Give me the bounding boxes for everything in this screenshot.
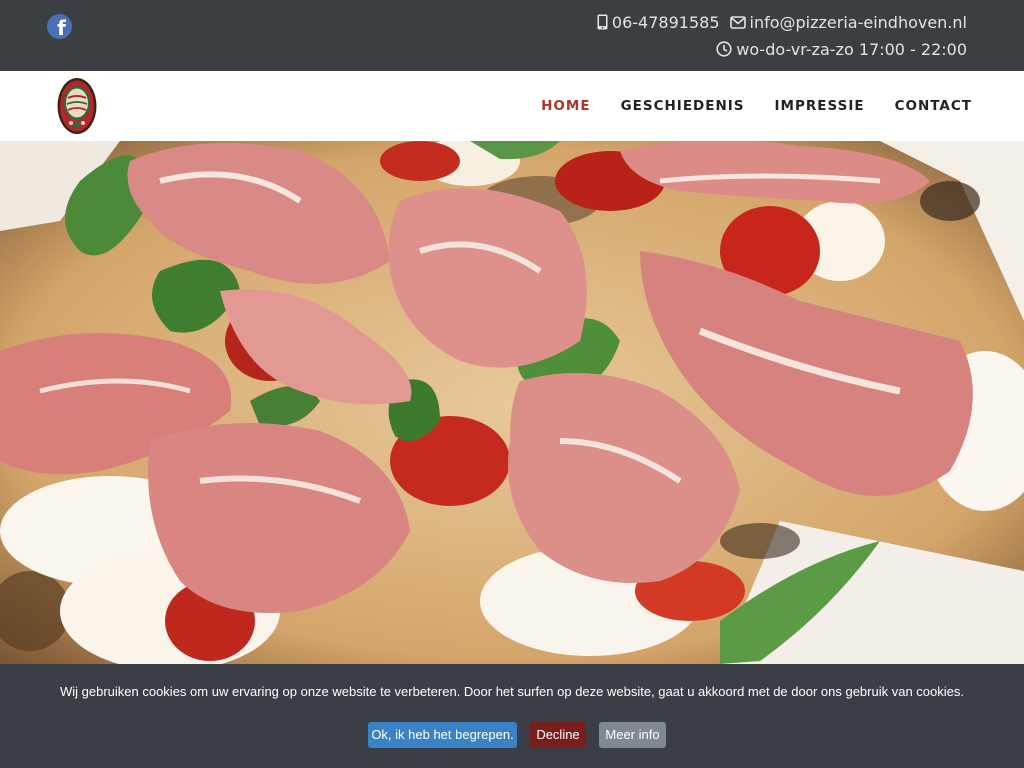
mobile-phone-icon (597, 14, 608, 30)
phone-link[interactable]: 06-47891585 (612, 13, 720, 32)
nav-contact[interactable]: CONTACT (895, 97, 972, 115)
cookie-more-info-button[interactable]: Meer info (599, 722, 666, 748)
facebook-icon[interactable]: f (47, 14, 72, 39)
hero-image (0, 141, 1024, 664)
nav-geschiedenis[interactable]: GESCHIEDENIS (621, 97, 745, 115)
nav-impressie[interactable]: IMPRESSIE (775, 97, 865, 115)
cookie-accept-button[interactable]: Ok, ik heb het begrepen. (368, 722, 517, 748)
top-bar: f 06-47891585 info@pizzeria-eindhoven.nl… (0, 0, 1024, 71)
cookie-banner: Wij gebruiken cookies om uw ervaring op … (0, 664, 1024, 768)
nav-home[interactable]: HOME (541, 97, 590, 115)
contact-info: 06-47891585 info@pizzeria-eindhoven.nl (597, 11, 967, 33)
main-menu: HOME GESCHIEDENIS IMPRESSIE CONTACT (541, 97, 972, 115)
envelope-icon (729, 15, 746, 29)
cookie-decline-button[interactable]: Decline (530, 722, 586, 748)
email-link[interactable]: info@pizzeria-eindhoven.nl (750, 13, 968, 32)
cookie-message: Wij gebruiken cookies om uw ervaring op … (59, 684, 964, 699)
opening-hours: wo-do-vr-za-zo 17:00 - 22:00 (716, 38, 967, 60)
clock-icon (716, 41, 732, 57)
pizzeria-logo[interactable] (56, 76, 98, 136)
main-navbar: HOME GESCHIEDENIS IMPRESSIE CONTACT (0, 71, 1024, 141)
hours-text: wo-do-vr-za-zo 17:00 - 22:00 (736, 39, 967, 59)
